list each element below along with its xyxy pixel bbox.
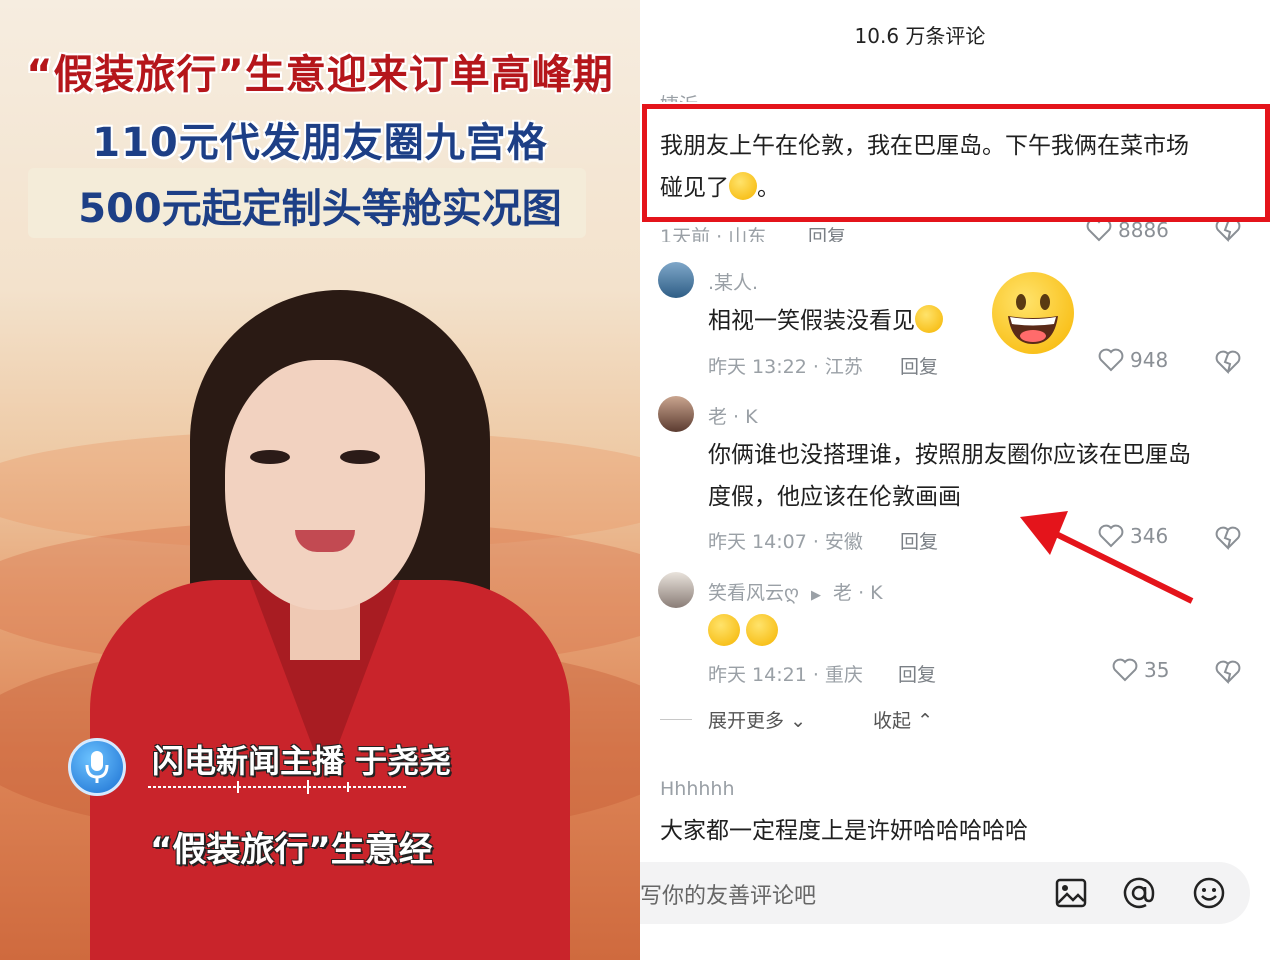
audio-wave-decoration — [148, 780, 408, 794]
avatar[interactable] — [658, 572, 694, 608]
anchor-caption: 闪电新闻主播 于尧尧 — [152, 742, 452, 780]
grin-sweat-emoji-icon — [746, 614, 778, 646]
reply-button[interactable]: 回复 — [900, 527, 938, 554]
reply-author[interactable]: 笑看风云ღ — [708, 582, 799, 604]
highlight-box — [642, 104, 1270, 222]
news-video-frame[interactable]: “假装旅行”生意迎来订单高峰期 110元代发朋友圈九宫格 500元起定制头等舱实… — [0, 0, 640, 960]
avatar[interactable] — [658, 396, 694, 432]
comment-meta: 昨天 13:22 · 江苏 — [708, 356, 863, 378]
comment-username[interactable]: 婕沂 — [660, 90, 698, 102]
comment-username[interactable]: .某人. — [708, 268, 758, 295]
like-count: 35 — [1144, 658, 1170, 682]
comment-text-fragment: 相视一笑假装没看见 — [708, 308, 915, 334]
heart-icon — [1098, 348, 1124, 372]
news-headline-3: 500元起定制头等舱实况图 — [78, 186, 562, 232]
comment-count-title: 10.6 万条评论 — [854, 24, 986, 48]
at-mention-icon[interactable] — [1122, 876, 1156, 910]
anchor-eye — [340, 450, 380, 464]
reply-button[interactable]: 回复 — [898, 660, 936, 687]
collapse-button[interactable]: 收起 ⌃ — [873, 706, 933, 733]
laugh-cry-emoji-icon — [915, 305, 943, 333]
broken-heart-icon[interactable] — [1214, 660, 1242, 684]
collapse-label: 收起 — [873, 710, 912, 732]
expand-replies-row: 展开更多 ⌄ — [660, 706, 806, 733]
like-count: 948 — [1130, 348, 1169, 372]
comment-username[interactable]: Hhhhhh — [660, 778, 735, 800]
expand-more-button[interactable]: 展开更多 ⌄ — [708, 706, 806, 733]
like-button[interactable]: 35 — [1112, 658, 1169, 682]
image-icon[interactable] — [1054, 876, 1088, 910]
expand-more-label: 展开更多 — [708, 710, 785, 732]
chevron-down-icon: ⌄ — [790, 710, 806, 732]
reply-arrow-icon: ▶ — [810, 588, 821, 603]
reply-button[interactable]: 回复 — [900, 352, 938, 379]
comment-text: 大家都一定程度上是许妍哈哈哈哈哈 — [660, 818, 1028, 844]
red-arrow-annotation — [1020, 511, 1194, 604]
anchor-face — [225, 360, 425, 610]
news-headline-1: “假装旅行”生意迎来订单高峰期 — [26, 52, 614, 98]
video-subtitle: “假装旅行”生意经 — [150, 830, 433, 870]
comment-text: 相视一笑假装没看见 — [708, 300, 943, 342]
divider — [660, 719, 692, 720]
laugh-cry-emoji-icon — [708, 614, 740, 646]
comment-emoji-row — [708, 614, 778, 646]
comment-input-placeholder[interactable]: 写你的友善评论吧 — [640, 878, 816, 910]
broken-heart-icon[interactable] — [1214, 350, 1242, 374]
comment-text-line: 你俩谁也没搭理谁，按照朋友圈你应该在巴厘岛 — [708, 442, 1191, 468]
broken-heart-icon[interactable] — [1214, 526, 1242, 550]
like-button[interactable]: 948 — [1098, 348, 1168, 372]
reply-button[interactable]: 回复 — [808, 222, 846, 242]
heart-icon — [1112, 658, 1138, 682]
news-headline-2: 110元代发朋友圈九宫格 — [92, 120, 548, 166]
comment-username[interactable]: 老 · K — [708, 402, 758, 429]
comment-meta: 昨天 14:07 · 安徽 — [708, 531, 863, 553]
anchor-eye — [250, 450, 290, 464]
comment-username[interactable]: 笑看风云ღ ▶ 老 · K — [708, 578, 883, 605]
comment-meta: 昨天 14:21 · 重庆 — [708, 664, 863, 686]
grinning-face-emoji-icon — [992, 272, 1074, 354]
reply-target-user[interactable]: 老 · K — [833, 582, 883, 604]
comment-meta: 1天前 · 山东 — [660, 226, 767, 242]
chevron-up-icon: ⌃ — [917, 710, 933, 732]
avatar[interactable] — [658, 262, 694, 298]
microphone-icon — [68, 738, 126, 796]
emoji-icon[interactable] — [1192, 876, 1226, 910]
